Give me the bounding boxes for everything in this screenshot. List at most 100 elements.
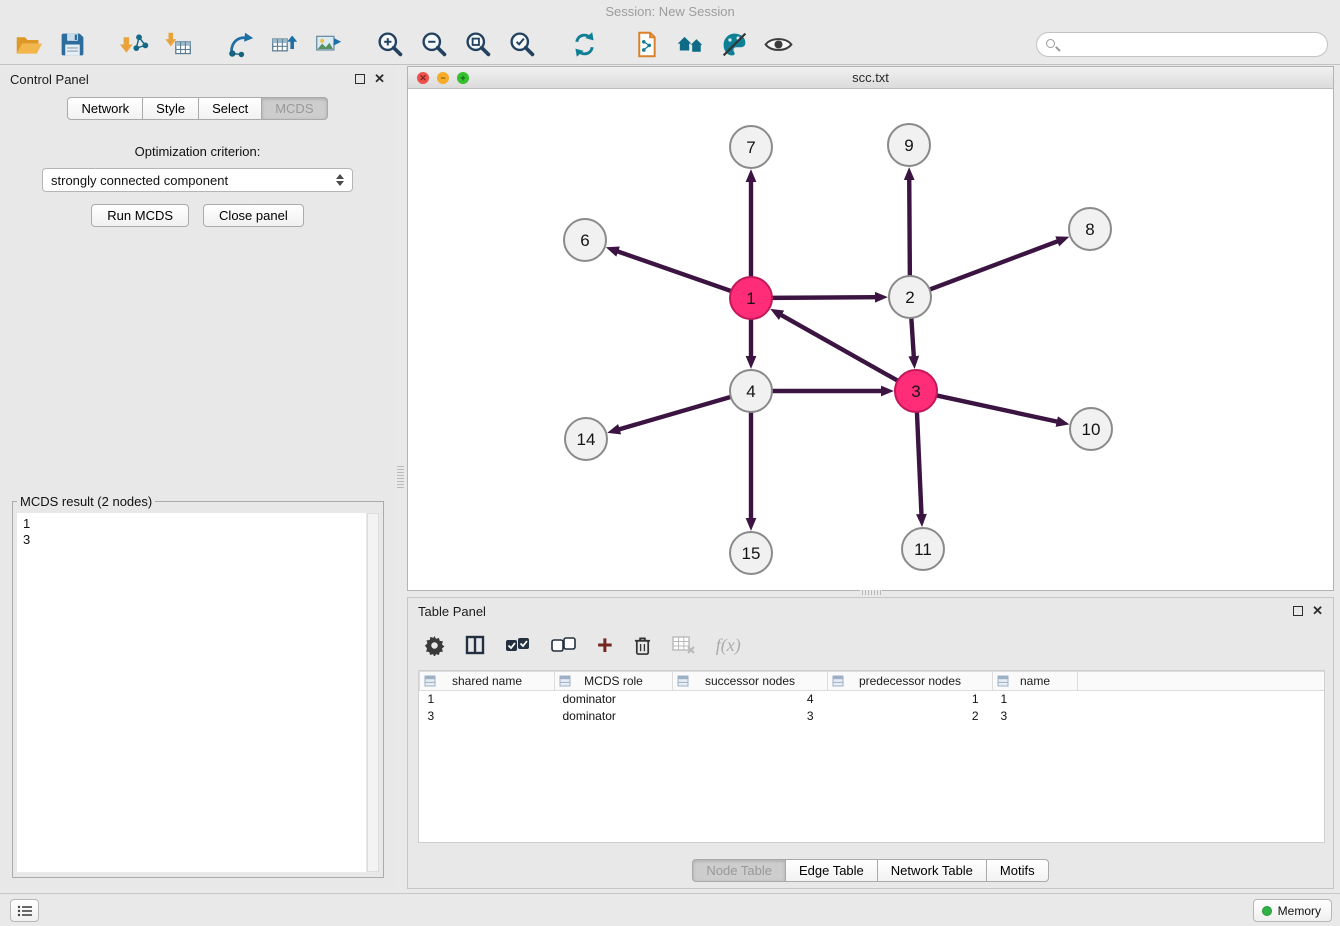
table-cell[interactable]: 1	[828, 691, 993, 708]
tab-network-table[interactable]: Network Table	[878, 859, 987, 882]
optimization-criterion-select[interactable]: strongly connected component	[42, 168, 353, 192]
close-panel-icon[interactable]	[374, 74, 385, 84]
float-table-panel-icon[interactable]	[1293, 606, 1303, 616]
save-session-button[interactable]	[56, 28, 88, 60]
delete-column-button[interactable]	[633, 635, 652, 656]
panel-resize-handle[interactable]	[397, 464, 404, 490]
zoom-in-button[interactable]	[374, 28, 406, 60]
edge-1-to-2[interactable]	[772, 297, 876, 298]
network-window-titlebar[interactable]: scc.txt	[408, 67, 1333, 89]
tab-network[interactable]: Network	[67, 97, 143, 120]
column-header-shared-name[interactable]: shared name	[420, 672, 555, 691]
graph-node-10[interactable]: 10	[1070, 408, 1112, 450]
table-row[interactable]: 3dominator323	[420, 708, 1325, 725]
gear-icon	[424, 635, 445, 656]
graph-node-6[interactable]: 6	[564, 219, 606, 261]
graph-node-11[interactable]: 11	[902, 528, 944, 570]
table-cell[interactable]: 3	[673, 708, 828, 725]
graph-node-14[interactable]: 14	[565, 418, 607, 460]
edge-4-to-14[interactable]	[619, 397, 731, 430]
tab-select[interactable]: Select	[199, 97, 262, 120]
edge-1-to-6[interactable]	[617, 251, 731, 291]
zoom-selected-button[interactable]	[506, 28, 538, 60]
show-graphics-details-button[interactable]	[762, 28, 794, 60]
edge-3-to-11[interactable]	[917, 412, 922, 515]
memory-button[interactable]: Memory	[1253, 899, 1332, 922]
edge-3-to-10[interactable]	[937, 395, 1058, 421]
table-cell[interactable]: 1	[993, 691, 1078, 708]
zoom-out-button[interactable]	[418, 28, 450, 60]
table-cell[interactable]: dominator	[555, 708, 673, 725]
export-table-button[interactable]	[268, 28, 300, 60]
graph-node-15[interactable]: 15	[730, 532, 772, 574]
edge-2-to-9[interactable]	[909, 179, 910, 276]
edge-2-to-3[interactable]	[911, 318, 913, 357]
column-header-mcds-role[interactable]: MCDS role	[555, 672, 673, 691]
import-network-button[interactable]	[118, 28, 150, 60]
task-history-button[interactable]	[10, 899, 39, 922]
network-canvas[interactable]: 7 9 6 8 1 2 4 3 14 10 15 11	[408, 89, 1333, 590]
zoom-selected-icon	[508, 30, 537, 59]
column-header-predecessor-nodes[interactable]: predecessor nodes	[828, 672, 993, 691]
table-cell[interactable]: 4	[673, 691, 828, 708]
table-cell[interactable]: 3	[420, 708, 555, 725]
go-home-button[interactable]	[674, 28, 706, 60]
split-resize-handle[interactable]	[860, 590, 882, 595]
result-scrollbar[interactable]	[367, 513, 379, 872]
edge-3-to-1[interactable]	[781, 315, 898, 381]
table-row[interactable]: 1dominator411	[420, 691, 1325, 708]
search-input[interactable]	[1036, 32, 1328, 57]
graph-node-4[interactable]: 4	[730, 370, 772, 412]
close-window-button[interactable]	[417, 72, 429, 84]
node-table-body: 1dominator4113dominator323	[420, 691, 1325, 725]
table-settings-button[interactable]	[424, 635, 445, 656]
graph-node-2[interactable]: 2	[889, 276, 931, 318]
import-network-icon	[120, 30, 149, 59]
column-label: MCDS role	[584, 674, 643, 688]
close-table-panel-icon[interactable]	[1312, 606, 1323, 616]
column-header-name[interactable]: name	[993, 672, 1078, 691]
zoom-fit-button[interactable]	[462, 28, 494, 60]
table-cell[interactable]: 3	[993, 708, 1078, 725]
minimize-window-button[interactable]	[437, 72, 449, 84]
graph-node-8[interactable]: 8	[1069, 208, 1111, 250]
visual-styles-button[interactable]	[718, 28, 750, 60]
run-mcds-button[interactable]: Run MCDS	[91, 204, 189, 227]
select-all-columns-button[interactable]	[505, 635, 531, 655]
tab-style[interactable]: Style	[143, 97, 199, 120]
zoom-window-button[interactable]	[457, 72, 469, 84]
graph-node-label: 7	[746, 138, 755, 157]
tab-edge-table[interactable]: Edge Table	[786, 859, 878, 882]
graph-node-1[interactable]: 1	[730, 277, 772, 319]
graph-node-label: 14	[577, 430, 596, 449]
table-cell[interactable]: 1	[420, 691, 555, 708]
dropdown-selected-value: strongly connected component	[51, 173, 228, 188]
control-panel-header: Control Panel	[0, 66, 395, 92]
delete-table-icon	[672, 635, 696, 655]
clone-network-button[interactable]	[630, 28, 662, 60]
import-table-button[interactable]	[162, 28, 194, 60]
export-image-button[interactable]	[312, 28, 344, 60]
mcds-result-line: 1	[23, 516, 366, 532]
graph-node-3[interactable]: 3	[895, 370, 937, 412]
open-file-button[interactable]	[12, 28, 44, 60]
table-cell[interactable]: 2	[828, 708, 993, 725]
import-table-icon	[164, 30, 193, 59]
tab-mcds[interactable]: MCDS	[262, 97, 327, 120]
add-column-button[interactable]	[597, 635, 613, 655]
application-window: Session: New Session	[0, 0, 1340, 926]
show-columns-button[interactable]	[465, 635, 485, 655]
graph-node-7[interactable]: 7	[730, 126, 772, 168]
export-network-button[interactable]	[224, 28, 256, 60]
column-header-successor-nodes[interactable]: successor nodes	[673, 672, 828, 691]
float-panel-icon[interactable]	[355, 74, 365, 84]
table-cell[interactable]: dominator	[555, 691, 673, 708]
graph-node-9[interactable]: 9	[888, 124, 930, 166]
tab-node-table[interactable]: Node Table	[692, 859, 786, 882]
close-panel-button[interactable]: Close panel	[203, 204, 304, 227]
refresh-layout-button[interactable]	[568, 28, 600, 60]
tab-motifs[interactable]: Motifs	[987, 859, 1049, 882]
table-cell-filler	[1078, 691, 1325, 708]
unselect-all-columns-button[interactable]	[551, 635, 577, 655]
edge-2-to-8[interactable]	[930, 241, 1059, 290]
